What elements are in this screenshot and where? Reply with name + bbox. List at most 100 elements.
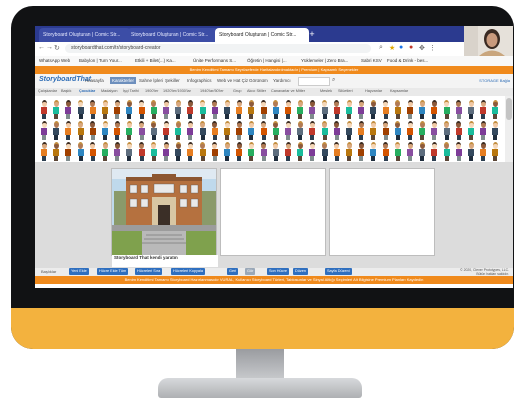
bookmark-item[interactable]: Food & Drink - bes... (387, 58, 428, 63)
extension-icon[interactable]: ● (409, 44, 413, 51)
character-thumbnail[interactable] (394, 142, 401, 161)
character-thumbnail[interactable] (297, 121, 304, 140)
character-thumbnail[interactable] (370, 121, 377, 140)
category-tab[interactable]: Kapsamlar (390, 89, 408, 93)
nav-item[interactable]: Web ve Hat Çiz (217, 78, 248, 83)
character-thumbnail[interactable] (138, 142, 145, 161)
character-thumbnail[interactable] (224, 100, 230, 119)
character-thumbnail[interactable] (407, 121, 413, 140)
bookmark-item[interactable]: Babylon | Turn Your... (79, 58, 122, 63)
character-thumbnail[interactable] (382, 100, 389, 119)
character-thumbnail[interactable] (260, 100, 267, 119)
character-thumbnail[interactable] (443, 142, 450, 161)
character-thumbnail[interactable] (309, 121, 316, 140)
character-thumbnail[interactable] (370, 100, 377, 119)
cell-caption[interactable]: Storyboard That kendi yaratın (112, 255, 218, 267)
character-thumbnail[interactable] (431, 142, 438, 161)
character-thumbnail[interactable] (492, 121, 499, 140)
character-thumbnail[interactable] (89, 121, 96, 140)
character-thumbnail[interactable] (236, 121, 243, 140)
character-thumbnail[interactable] (431, 121, 438, 140)
library-scroll-thumb[interactable] (506, 98, 512, 120)
character-thumbnail[interactable] (77, 121, 84, 140)
bookmark-item[interactable]: Etkili + Bilet(...) Ka... (135, 58, 176, 63)
character-thumbnail[interactable] (346, 100, 352, 119)
character-thumbnail[interactable] (480, 142, 487, 161)
login-link[interactable]: STORAGE Bağla (479, 78, 510, 83)
character-thumbnail[interactable] (455, 100, 462, 119)
character-thumbnail[interactable] (455, 142, 462, 161)
search-icon[interactable]: ⌕ (332, 77, 335, 84)
new-tab-icon[interactable]: + (307, 29, 317, 39)
extensions-puzzle-icon[interactable]: ✥ (419, 44, 425, 52)
character-thumbnail[interactable] (224, 142, 230, 161)
character-thumbnail[interactable] (175, 142, 182, 161)
character-thumbnail[interactable] (53, 100, 60, 119)
cell-order-button[interactable]: Hücreleri Sıra (135, 268, 163, 275)
character-thumbnail[interactable] (443, 121, 450, 140)
character-thumbnail[interactable] (53, 142, 60, 161)
character-thumbnail[interactable] (53, 121, 60, 140)
character-thumbnail[interactable] (480, 121, 487, 140)
character-thumbnail[interactable] (138, 100, 145, 119)
last-cell-button[interactable]: Son Hücre (267, 268, 289, 275)
storyboard-cell-empty[interactable] (220, 168, 326, 256)
category-tab[interactable]: Çalışkanlar (38, 89, 57, 93)
character-thumbnail[interactable] (175, 121, 182, 140)
character-thumbnail[interactable] (468, 100, 474, 119)
character-thumbnail[interactable] (163, 100, 169, 119)
bookmark-item[interactable]: Yüklemeler | Zero Bra... (301, 58, 348, 63)
category-tab[interactable]: Canavarlar ve Mitler (271, 89, 305, 93)
character-thumbnail[interactable] (89, 100, 96, 119)
nav-item[interactable]: Sahne İpleri (139, 78, 163, 83)
character-thumbnail[interactable] (297, 142, 304, 161)
character-thumbnail[interactable] (358, 142, 365, 161)
character-thumbnail[interactable] (419, 121, 426, 140)
character-thumbnail[interactable] (114, 100, 121, 119)
character-thumbnail[interactable] (187, 142, 194, 161)
add-cell-button[interactable]: Hücre Ekle Tüm (97, 268, 129, 275)
character-thumbnail[interactable] (272, 100, 279, 119)
category-tab[interactable]: 1900'ler (145, 89, 158, 93)
category-tab-selected[interactable]: Çocuklar (79, 89, 95, 93)
back-icon[interactable]: ← (38, 44, 45, 51)
character-thumbnail[interactable] (236, 100, 243, 119)
character-thumbnail[interactable] (248, 121, 255, 140)
character-thumbnail[interactable] (309, 142, 316, 161)
site-logo[interactable]: StoryboardThat (39, 76, 91, 83)
character-thumbnail[interactable] (224, 121, 230, 140)
category-tab[interactable]: Madalyon (101, 89, 117, 93)
character-thumbnail[interactable] (260, 142, 267, 161)
character-thumbnail[interactable] (358, 121, 365, 140)
character-thumbnail[interactable] (41, 121, 47, 140)
character-thumbnail[interactable] (211, 121, 218, 140)
character-thumbnail[interactable] (468, 121, 474, 140)
character-thumbnail[interactable] (199, 142, 206, 161)
character-thumbnail[interactable] (272, 142, 279, 161)
character-thumbnail[interactable] (89, 142, 96, 161)
character-thumbnail[interactable] (41, 100, 47, 119)
nav-item[interactable]: Yardımcı (273, 78, 291, 83)
character-thumbnail[interactable] (65, 121, 72, 140)
nav-item[interactable]: Görünüm (249, 78, 268, 83)
promo-banner-top[interactable]: Benim Kenditimi Tamamı Seyrüseferde Hari… (35, 66, 513, 74)
character-thumbnail[interactable] (114, 142, 121, 161)
character-thumbnail[interactable] (492, 142, 499, 161)
nav-item[interactable]: Infographics (187, 78, 212, 83)
bookmark-item[interactable]: Öğretin | Hangisi |... (247, 58, 287, 63)
category-tab[interactable]: İşçi Tarihi (123, 89, 139, 93)
character-thumbnail[interactable] (419, 100, 426, 119)
character-thumbnail[interactable] (480, 100, 487, 119)
character-thumbnail[interactable] (370, 142, 377, 161)
bookmark-item[interactable]: Sabri KSV (361, 58, 382, 63)
nav-search-input[interactable] (298, 77, 330, 86)
extension-icon[interactable]: ● (399, 44, 403, 51)
character-thumbnail[interactable] (126, 121, 133, 140)
character-thumbnail[interactable] (211, 142, 218, 161)
character-thumbnail[interactable] (211, 100, 218, 119)
undo-button[interactable]: Geri (227, 268, 239, 275)
character-thumbnail[interactable] (297, 100, 304, 119)
character-thumbnail[interactable] (175, 100, 182, 119)
browser-tab[interactable]: Storyboard Oluşturan | Comic Str... (127, 28, 219, 42)
promo-banner-bottom[interactable]: Benim Kenditimi Tamamı Storyboard Hazırl… (35, 276, 513, 284)
